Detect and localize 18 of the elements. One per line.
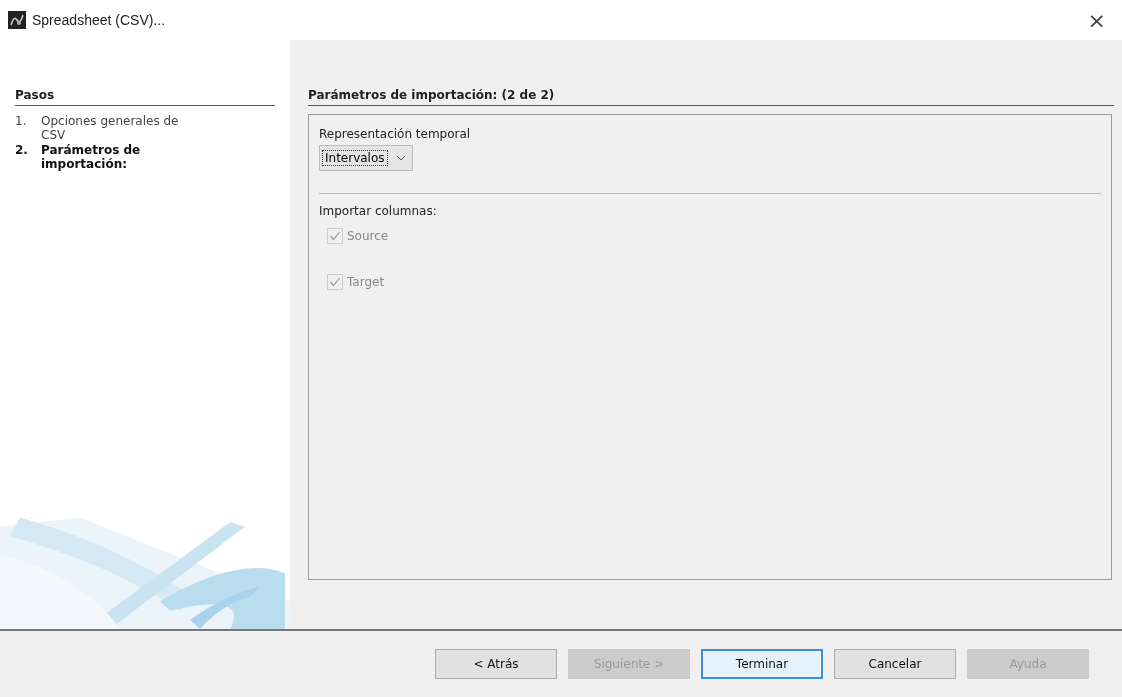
step-label: Opciones generales de CSV: [41, 114, 180, 142]
steps-heading: Pasos: [15, 88, 275, 106]
time-dropdown[interactable]: Intervalos: [319, 145, 413, 171]
step-number: 1.: [15, 114, 28, 130]
checkbox-label: Source: [347, 229, 389, 243]
window-title: Spreadsheet (CSV)...: [32, 12, 167, 28]
chevron-icon: [395, 155, 406, 161]
dialog-button[interactable]: Terminar: [701, 649, 823, 679]
dialog-button[interactable]: < Atrás: [435, 649, 557, 679]
step-number: 2.: [15, 143, 29, 159]
checkbox-label: Target: [347, 275, 385, 289]
panel-heading: Parámetros de importación: (2 de 2): [308, 88, 1114, 106]
field-label: Representación temporal: [319, 127, 471, 141]
app-icon: [8, 11, 26, 29]
section-label: Importar columnas:: [319, 204, 437, 218]
step-label: Parámetros de importación:: [41, 143, 142, 171]
dialog-button[interactable]: Cancelar: [834, 649, 956, 679]
close-button[interactable]: ×: [1081, 7, 1112, 33]
